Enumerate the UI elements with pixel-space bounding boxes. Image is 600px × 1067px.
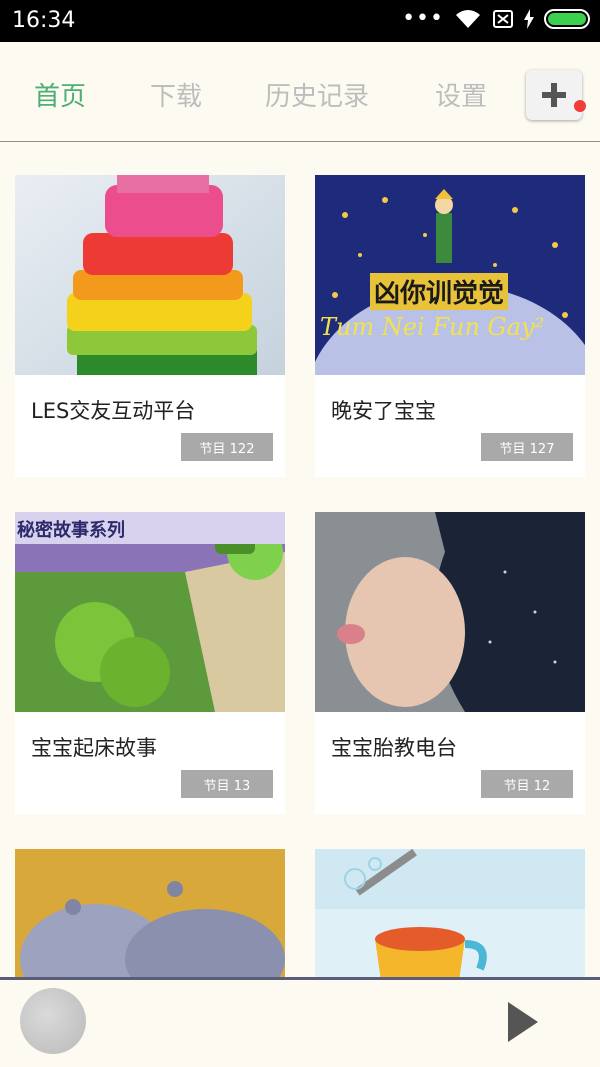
- album-card[interactable]: [315, 849, 585, 978]
- charging-bolt-icon: [524, 9, 534, 29]
- status-time: 16:34: [12, 8, 76, 33]
- player-bar: [0, 977, 600, 1067]
- episode-count-badge: 节目 122: [181, 433, 273, 461]
- battery-icon: [544, 9, 590, 29]
- album-card[interactable]: [15, 849, 285, 978]
- now-playing-artwork[interactable]: [20, 988, 86, 1054]
- album-cover-image: [315, 849, 585, 978]
- album-card[interactable]: LES交友互动平台 节目 122: [15, 175, 285, 477]
- status-icons: •••: [402, 8, 590, 30]
- episode-count-badge: 节目 12: [481, 770, 573, 798]
- cover-text-cn: 凶你训觉觉: [370, 273, 509, 310]
- notification-dot: [574, 100, 586, 112]
- tab-settings[interactable]: 设置: [435, 76, 487, 113]
- album-title: LES交友互动平台: [31, 399, 196, 423]
- wifi-icon: [456, 10, 480, 28]
- tab-home[interactable]: 首页: [34, 76, 86, 113]
- album-cover-image: [315, 512, 585, 712]
- more-dots-icon: •••: [402, 6, 444, 31]
- album-cover-image: 凶你训觉觉 Tum Nei Fun Gay²: [315, 175, 585, 375]
- top-tab-bar: 首页 下载 历史记录 设置: [0, 42, 600, 142]
- album-grid: LES交友互动平台 节目 122 凶你训觉觉 Tum Nei Fun Gay² …: [0, 143, 600, 978]
- album-title: 宝宝胎教电台: [331, 736, 457, 760]
- cover-text-en: Tum Nei Fun Gay²: [320, 313, 545, 341]
- add-button[interactable]: [526, 70, 582, 120]
- album-card[interactable]: 凶你训觉觉 Tum Nei Fun Gay² 晚安了宝宝 节目 127: [315, 175, 585, 477]
- album-cover-image: [15, 175, 285, 375]
- album-title: 晚安了宝宝: [331, 399, 436, 423]
- tab-history[interactable]: 历史记录: [265, 76, 369, 113]
- album-title: 宝宝起床故事: [31, 736, 157, 760]
- album-card[interactable]: 秘密故事系列 宝宝起床故事 节目 13: [15, 512, 285, 814]
- plus-icon: [542, 83, 566, 107]
- sim-off-icon: [493, 10, 513, 28]
- episode-count-badge: 节目 13: [181, 770, 273, 798]
- tab-download[interactable]: 下载: [150, 76, 202, 113]
- play-icon[interactable]: [508, 1002, 538, 1042]
- cover-text-banner: 秘密故事系列: [17, 520, 125, 541]
- status-bar: 16:34 •••: [0, 0, 600, 42]
- album-cover-image: 秘密故事系列: [15, 512, 285, 712]
- album-card[interactable]: 宝宝胎教电台 节目 12: [315, 512, 585, 814]
- album-cover-image: [15, 849, 285, 978]
- episode-count-badge: 节目 127: [481, 433, 573, 461]
